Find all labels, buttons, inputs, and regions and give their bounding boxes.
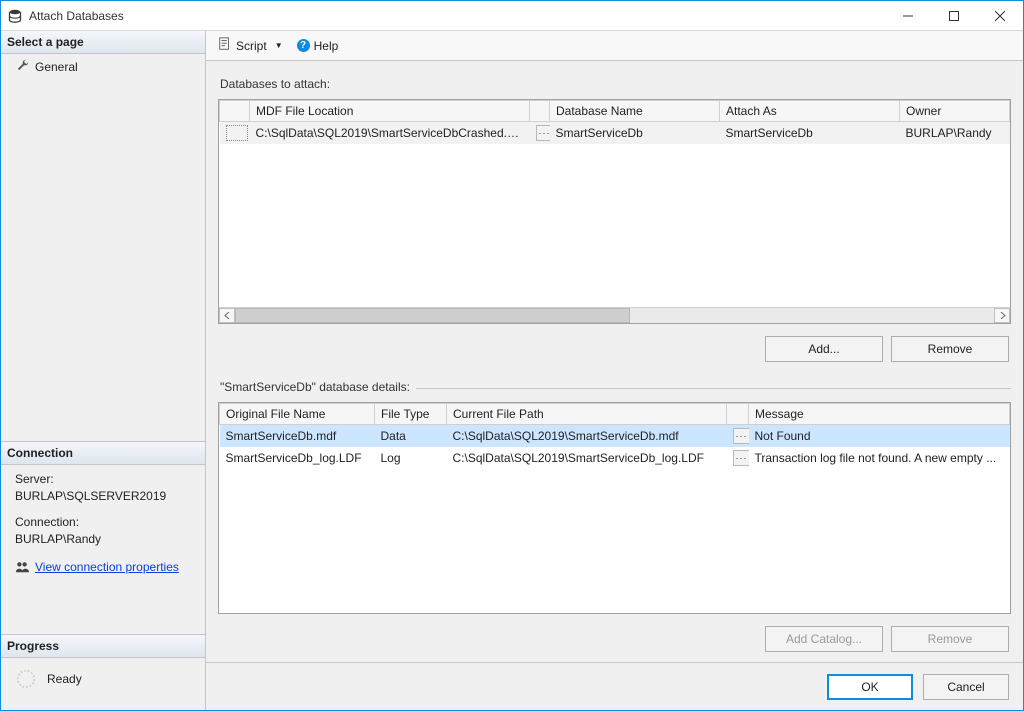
- main-panel: Script ▼ ? Help Databases to attach:: [206, 31, 1023, 710]
- cell-owner[interactable]: BURLAP\Randy: [900, 122, 1010, 145]
- wrench-icon: [17, 59, 29, 74]
- details-grid-row[interactable]: SmartServiceDb.mdf Data C:\SqlData\SQL20…: [220, 425, 1010, 448]
- connection-info: Server: BURLAP\SQLSERVER2019 Connection:…: [1, 465, 205, 586]
- cancel-button[interactable]: Cancel: [923, 674, 1009, 700]
- row-selector[interactable]: [226, 125, 248, 141]
- col-msg[interactable]: Message: [749, 404, 1010, 425]
- remove-button[interactable]: Remove: [891, 336, 1009, 362]
- browse-button[interactable]: ···: [733, 428, 749, 444]
- ok-button[interactable]: OK: [827, 674, 913, 700]
- details-grid-row[interactable]: SmartServiceDb_log.LDF Log C:\SqlData\SQ…: [220, 447, 1010, 469]
- col-owner[interactable]: Owner: [900, 101, 1010, 122]
- cell-curpath[interactable]: C:\SqlData\SQL2019\SmartServiceDb.mdf: [447, 425, 727, 448]
- database-details-label: "SmartServiceDb" database details:: [220, 380, 410, 394]
- add-catalog-button: Add Catalog...: [765, 626, 883, 652]
- select-page-header: Select a page: [1, 31, 205, 54]
- sidebar: Select a page General Connection Server:…: [1, 31, 206, 710]
- people-icon: [15, 560, 29, 574]
- cell-ftype[interactable]: Log: [375, 447, 447, 469]
- remove-detail-button: Remove: [891, 626, 1009, 652]
- connection-label: Connection:: [15, 514, 195, 531]
- details-grid-header: Original File Name File Type Current Fil…: [220, 404, 1010, 425]
- progress-spinner-icon: [15, 668, 37, 690]
- attach-grid-row[interactable]: C:\SqlData\SQL2019\SmartServiceDbCrashed…: [220, 122, 1010, 145]
- cell-orig[interactable]: SmartServiceDb.mdf: [220, 425, 375, 448]
- attach-grid-scrollbar[interactable]: [219, 307, 1010, 323]
- attach-grid[interactable]: MDF File Location Database Name Attach A…: [218, 99, 1011, 324]
- cell-curpath[interactable]: C:\SqlData\SQL2019\SmartServiceDb_log.LD…: [447, 447, 727, 469]
- maximize-button[interactable]: [931, 1, 977, 31]
- script-icon: [218, 37, 232, 54]
- dropdown-icon: ▼: [275, 41, 283, 50]
- cell-orig[interactable]: SmartServiceDb_log.LDF: [220, 447, 375, 469]
- cell-attachas[interactable]: SmartServiceDb: [720, 122, 900, 145]
- view-connection-properties-link[interactable]: View connection properties: [35, 559, 179, 576]
- app-icon: [1, 8, 29, 24]
- attach-grid-header: MDF File Location Database Name Attach A…: [220, 101, 1010, 122]
- window-title: Attach Databases: [29, 9, 885, 23]
- cell-msg[interactable]: Not Found: [749, 425, 1010, 448]
- scroll-left-icon[interactable]: [219, 308, 235, 323]
- connection-header: Connection: [1, 441, 205, 465]
- progress-row: Ready: [1, 658, 205, 710]
- col-curpath[interactable]: Current File Path: [447, 404, 727, 425]
- cell-msg[interactable]: Transaction log file not found. A new em…: [749, 447, 1010, 469]
- help-label: Help: [314, 39, 339, 53]
- connection-value: BURLAP\Randy: [15, 531, 195, 548]
- col-dbname[interactable]: Database Name: [550, 101, 720, 122]
- progress-header: Progress: [1, 634, 205, 658]
- dialog-window: Attach Databases Select a page General C…: [0, 0, 1024, 711]
- toolbar: Script ▼ ? Help: [206, 31, 1023, 61]
- col-mdf[interactable]: MDF File Location: [250, 101, 530, 122]
- add-button[interactable]: Add...: [765, 336, 883, 362]
- col-orig[interactable]: Original File Name: [220, 404, 375, 425]
- dialog-footer: OK Cancel: [206, 662, 1023, 710]
- cell-ftype[interactable]: Data: [375, 425, 447, 448]
- sidebar-page-label: General: [35, 60, 78, 74]
- details-grid[interactable]: Original File Name File Type Current Fil…: [218, 402, 1011, 614]
- minimize-button[interactable]: [885, 1, 931, 31]
- databases-to-attach-label: Databases to attach:: [218, 71, 1011, 93]
- script-label: Script: [236, 39, 267, 53]
- sidebar-page-general[interactable]: General: [1, 54, 205, 79]
- close-button[interactable]: [977, 1, 1023, 31]
- help-button[interactable]: ? Help: [293, 37, 343, 55]
- browse-button[interactable]: ···: [536, 125, 550, 141]
- col-ftype[interactable]: File Type: [375, 404, 447, 425]
- server-label: Server:: [15, 471, 195, 488]
- cell-mdf[interactable]: C:\SqlData\SQL2019\SmartServiceDbCrashed…: [250, 122, 530, 145]
- scroll-thumb[interactable]: [235, 308, 630, 323]
- progress-status: Ready: [47, 672, 82, 686]
- help-icon: ?: [297, 39, 310, 52]
- script-button[interactable]: Script ▼: [214, 35, 287, 56]
- col-attachas[interactable]: Attach As: [720, 101, 900, 122]
- titlebar[interactable]: Attach Databases: [1, 1, 1023, 31]
- browse-button[interactable]: ···: [733, 450, 749, 466]
- cell-dbname[interactable]: SmartServiceDb: [550, 122, 720, 145]
- server-value: BURLAP\SQLSERVER2019: [15, 488, 195, 505]
- scroll-right-icon[interactable]: [994, 308, 1010, 323]
